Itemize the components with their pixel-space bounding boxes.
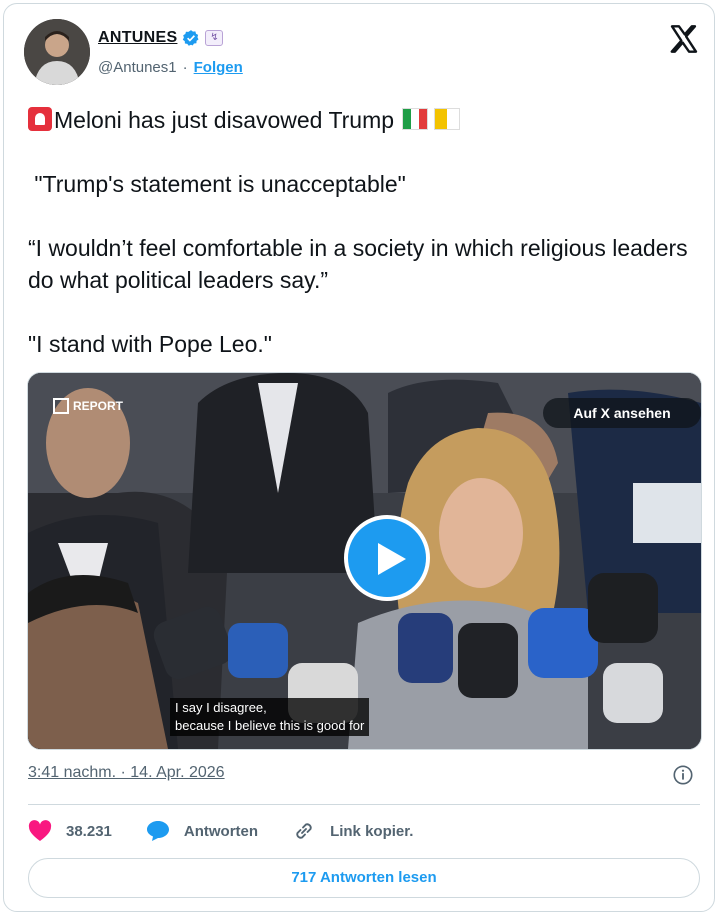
- copy-link-label: Link kopier.: [330, 822, 414, 840]
- tweet-line-3: “I wouldn’t feel comfortable in a societ…: [28, 235, 695, 293]
- reply-button[interactable]: Antworten: [146, 820, 258, 842]
- avatar[interactable]: [24, 19, 90, 85]
- copy-link-button[interactable]: Link kopier.: [292, 819, 413, 843]
- tweet-card: ANTUNES ↯ @Antunes1 · Folgen Meloni has …: [3, 3, 715, 912]
- watch-on-x-button[interactable]: Auf X ansehen: [543, 398, 701, 428]
- play-button[interactable]: [344, 515, 430, 601]
- author-name-row: ANTUNES ↯: [98, 29, 224, 47]
- affiliate-badge-icon: ↯: [205, 30, 224, 46]
- italy-flag-emoji: [402, 108, 429, 130]
- divider: [28, 804, 700, 805]
- tweet-text: Meloni has just disavowed Trump "Trump's…: [28, 104, 708, 360]
- like-count: 38.231: [66, 822, 112, 840]
- action-bar: 38.231 Antworten Link kopier.: [28, 819, 447, 843]
- info-icon[interactable]: [672, 764, 694, 786]
- heart-icon: [28, 820, 52, 841]
- speech-bubble-icon: [146, 821, 169, 841]
- verified-badge-icon: [183, 30, 199, 46]
- tweet-line-1: Meloni has just disavowed Trump: [28, 104, 708, 136]
- channel-logo: REPORT: [53, 398, 123, 414]
- handle-row: @Antunes1 · Folgen: [98, 59, 243, 76]
- tweet-headline: Meloni has just disavowed Trump: [54, 107, 395, 133]
- x-logo-icon[interactable]: [668, 23, 700, 55]
- reply-label: Antworten: [183, 822, 259, 840]
- like-button[interactable]: 38.231: [28, 820, 112, 842]
- tweet-timestamp[interactable]: 3:41 nachm. · 14. Apr. 2026: [28, 764, 225, 782]
- subtitle-line-2: because I believe this is good for: [175, 718, 365, 733]
- tweet-line-2: "Trump's statement is unacceptable": [28, 171, 406, 197]
- link-icon: [296, 823, 312, 839]
- tweet-line-4: "I stand with Pope Leo.": [28, 331, 272, 357]
- channel-logo-text: REPORT: [73, 399, 124, 413]
- author-name[interactable]: ANTUNES: [98, 29, 177, 47]
- vatican-flag-emoji: [434, 108, 461, 130]
- follow-link[interactable]: Folgen: [194, 59, 243, 76]
- play-icon: [378, 543, 406, 575]
- video-player[interactable]: REPORT Auf X ansehen I say I disagree, b…: [27, 372, 702, 750]
- read-replies-button[interactable]: 717 Antworten lesen: [28, 858, 700, 898]
- handle-separator: ·: [182, 59, 188, 76]
- siren-emoji: [28, 107, 52, 131]
- author-handle[interactable]: @Antunes1: [98, 59, 177, 76]
- video-subtitles: I say I disagree, because I believe this…: [170, 698, 370, 736]
- subtitle-line-1: I say I disagree,: [175, 700, 267, 715]
